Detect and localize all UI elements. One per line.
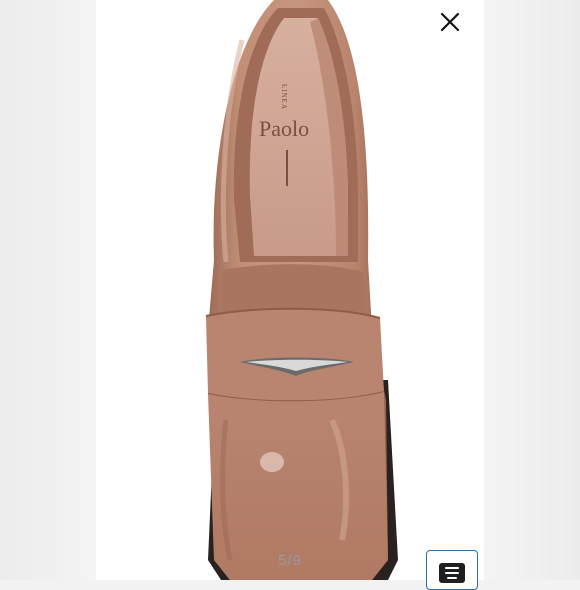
viewer-backdrop-right	[484, 0, 580, 580]
details-button[interactable]	[426, 550, 478, 590]
loafer-shoe-image	[205, 0, 398, 580]
brand-logo-linea: LINEA	[280, 84, 288, 110]
close-icon	[440, 12, 460, 32]
close-button[interactable]	[436, 8, 464, 36]
image-viewer: LINEA Paolo 5/9	[0, 0, 580, 590]
image-counter: 5/9	[278, 552, 302, 569]
brand-logo-line	[286, 150, 288, 186]
viewer-backdrop-left	[0, 0, 96, 580]
details-icon	[439, 563, 465, 583]
brand-logo-paolo: Paolo	[259, 116, 310, 141]
product-photo[interactable]: LINEA Paolo	[96, 0, 484, 580]
